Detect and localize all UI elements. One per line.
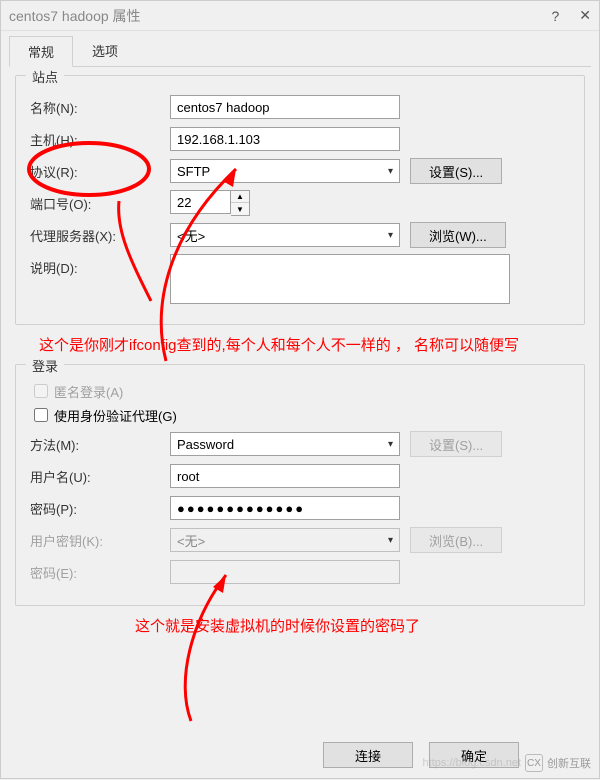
userkey-value: <无> xyxy=(177,531,205,550)
passphrase-label: 密码(E): xyxy=(30,563,170,582)
window-title: centos7 hadoop 属性 xyxy=(9,6,551,26)
protocol-value: SFTP xyxy=(177,164,210,179)
passphrase-input xyxy=(170,560,400,584)
password-input[interactable] xyxy=(170,496,400,520)
desc-textarea[interactable] xyxy=(170,254,510,304)
desc-label: 说明(D): xyxy=(30,254,170,277)
watermark: https://blog.csdn.net CX 创新互联 xyxy=(423,754,591,772)
anon-label: 匿名登录(A) xyxy=(54,382,123,401)
titlebar: centos7 hadoop 属性 ? ✕ xyxy=(1,1,599,31)
help-icon[interactable]: ? xyxy=(551,8,559,24)
protocol-settings-button[interactable]: 设置(S)... xyxy=(410,158,502,184)
site-group-title: 站点 xyxy=(26,67,64,86)
anon-checkbox xyxy=(34,384,48,398)
userkey-browse-button: 浏览(B)... xyxy=(410,527,502,553)
chevron-down-icon: ▾ xyxy=(388,166,393,177)
watermark-brand: 创新互联 xyxy=(547,755,591,771)
host-input[interactable] xyxy=(170,127,400,151)
host-label: 主机(H): xyxy=(30,130,170,149)
method-label: 方法(M): xyxy=(30,435,170,454)
method-settings-button: 设置(S)... xyxy=(410,431,502,457)
port-stepper[interactable]: ▲ ▼ xyxy=(170,190,250,216)
anon-checkbox-row: 匿名登录(A) xyxy=(30,381,570,401)
auth-agent-checkbox-row[interactable]: 使用身份验证代理(G) xyxy=(30,405,570,425)
host-annotation: 这个是你刚才ifconfig查到的,每个人和每个人不一样的 ， 名称可以随便写 xyxy=(39,335,585,356)
port-up-icon[interactable]: ▲ xyxy=(231,191,249,203)
chevron-down-icon: ▾ xyxy=(388,439,393,450)
watermark-logo-icon: CX xyxy=(525,754,543,772)
name-label: 名称(N): xyxy=(30,98,170,117)
tab-strip: 常规 选项 xyxy=(1,31,599,66)
connect-button[interactable]: 连接 xyxy=(323,742,413,768)
port-label: 端口号(O): xyxy=(30,194,170,213)
login-group: 登录 匿名登录(A) 使用身份验证代理(G) 方法(M): Password ▾… xyxy=(15,364,585,606)
method-combo[interactable]: Password ▾ xyxy=(170,432,400,456)
proxy-label: 代理服务器(X): xyxy=(30,226,170,245)
proxy-combo[interactable]: <无> ▾ xyxy=(170,223,400,247)
protocol-label: 协议(R): xyxy=(30,162,170,181)
proxy-value: <无> xyxy=(177,226,205,245)
method-value: Password xyxy=(177,437,234,452)
proxy-browse-button[interactable]: 浏览(W)... xyxy=(410,222,506,248)
password-label: 密码(P): xyxy=(30,499,170,518)
username-label: 用户名(U): xyxy=(30,467,170,486)
auth-agent-checkbox[interactable] xyxy=(34,408,48,422)
userkey-label: 用户密钥(K): xyxy=(30,531,170,550)
port-down-icon[interactable]: ▼ xyxy=(231,203,249,215)
close-icon[interactable]: ✕ xyxy=(579,7,591,24)
tab-general[interactable]: 常规 xyxy=(9,36,73,67)
username-input[interactable] xyxy=(170,464,400,488)
chevron-down-icon: ▾ xyxy=(388,535,393,546)
site-group: 站点 名称(N): 主机(H): 协议(R): SFTP ▾ 设置(S)... xyxy=(15,75,585,325)
password-annotation: 这个就是安装虚拟机的时候你设置的密码了 xyxy=(135,616,585,637)
auth-agent-label: 使用身份验证代理(G) xyxy=(54,406,177,425)
name-input[interactable] xyxy=(170,95,400,119)
dialog-window: centos7 hadoop 属性 ? ✕ 常规 选项 站点 名称(N): 主机… xyxy=(0,0,600,779)
login-group-title: 登录 xyxy=(26,356,64,375)
tab-options[interactable]: 选项 xyxy=(73,35,137,66)
port-input[interactable] xyxy=(170,190,231,214)
protocol-combo[interactable]: SFTP ▾ xyxy=(170,159,400,183)
watermark-url: https://blog.csdn.net xyxy=(423,757,521,769)
userkey-combo: <无> ▾ xyxy=(170,528,400,552)
chevron-down-icon: ▾ xyxy=(388,230,393,241)
